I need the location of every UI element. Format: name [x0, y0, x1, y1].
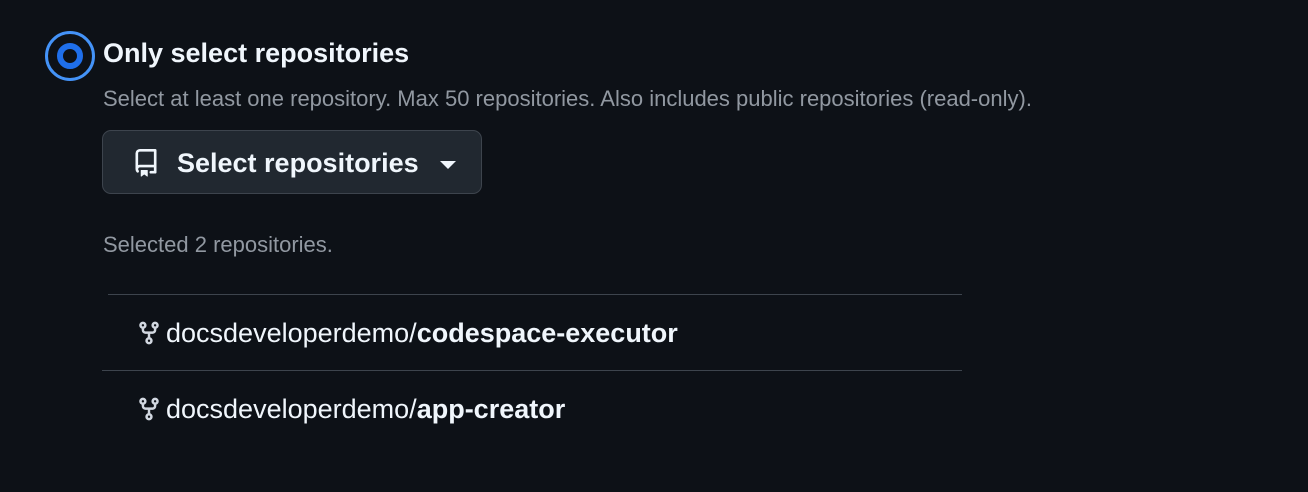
option-description: Select at least one repository. Max 50 r… — [103, 86, 1032, 111]
repository-owner: docsdeveloperdemo — [166, 394, 410, 424]
repo-forked-icon — [139, 397, 159, 421]
select-repositories-label: Select repositories — [177, 148, 419, 178]
radio-only-select-repositories[interactable] — [45, 31, 95, 81]
repository-list-item: docsdeveloperdemo/app-creator — [102, 384, 962, 444]
repository-short-name: app-creator — [416, 394, 566, 424]
repository-separator: / — [409, 394, 417, 424]
radio-checked-indicator — [52, 38, 88, 74]
repository-list-item: docsdeveloperdemo/codespace-executor — [102, 308, 962, 368]
list-divider — [102, 370, 962, 371]
repo-icon — [135, 149, 157, 177]
repository-short-name: codespace-executor — [416, 318, 678, 348]
repository-owner: docsdeveloperdemo — [166, 318, 410, 348]
repository-name: docsdeveloperdemo/codespace-executor — [166, 318, 678, 349]
repository-separator: / — [409, 318, 417, 348]
repository-name: docsdeveloperdemo/app-creator — [166, 394, 565, 425]
radio-center-dot — [63, 49, 77, 63]
selected-count-text: Selected 2 repositories. — [103, 232, 333, 257]
triangle-down-icon — [440, 161, 456, 169]
option-label[interactable]: Only select repositories — [103, 38, 409, 69]
list-divider-top — [108, 294, 962, 295]
select-repositories-button[interactable]: Select repositories — [102, 130, 482, 194]
repo-forked-icon — [139, 321, 159, 345]
